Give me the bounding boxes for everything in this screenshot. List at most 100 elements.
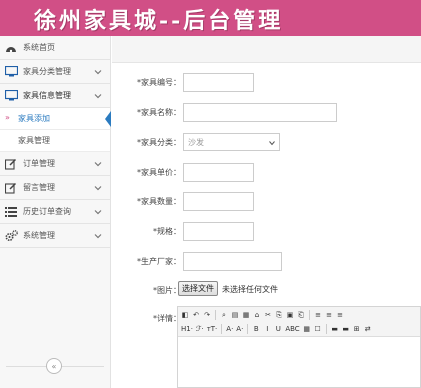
sidebar-subitem-label: 家具添加 [18,114,50,123]
name-input[interactable] [183,103,337,122]
editor-toolbar-button-icon[interactable]: ☐ [313,324,323,335]
editor-toolbar-button-icon[interactable]: ✂ [263,310,273,321]
sidebar-subitem-manage[interactable]: 家具管理 [0,130,110,152]
editor-toolbar-button-icon[interactable]: ≡ [324,310,334,321]
sidebar-item-history[interactable]: 历史订单查询 [0,200,110,224]
editor-toolbar-button-icon[interactable]: ABC [284,324,300,335]
form-row-quantity: *家具数量： [112,192,421,212]
form-row-category: *家具分类： 沙发 [112,133,421,153]
field-label: *图片： [153,286,181,295]
editor-toolbar-row: H1· ℱ· ᴛT· A· A· B I U ABC ▦ ☐ ▬ ▬ ⊞ ⇄ [180,322,418,336]
editor-toolbar-row: ◧ ↶ ↷ ⌕ ▤ ▦ ⌂ ✂ ⎘ ▣ ⎗ ≡ ≡ ≡ [180,308,418,322]
main-content: *家具编号： *家具名称： *家具分类： 沙发 *家具单价： *家具数量： *规… [112,36,421,388]
content-topbar [112,36,421,63]
price-input[interactable] [183,163,254,182]
sidebar-item-label: 订单管理 [23,159,55,168]
collapse-sidebar-button[interactable]: « [46,358,62,374]
maker-input[interactable] [183,252,282,271]
form-row-price: *家具单价： [112,163,421,183]
editor-toolbar-button-icon[interactable]: I [262,324,272,335]
editor-toolbar-button-icon[interactable]: ↶ [191,310,201,321]
sidebar-item-label: 家具信息管理 [23,91,71,100]
form-row-spec: *规格： [112,222,421,242]
edit-icon [4,181,18,195]
editor-toolbar-button-icon[interactable]: ⌂ [252,310,262,321]
toolbar-separator [325,324,327,334]
editor-toolbar-button-icon[interactable]: A· [235,324,244,335]
category-select[interactable]: 沙发 [183,133,280,151]
active-pointer-icon [105,111,111,127]
field-label: *规格： [153,227,181,236]
toolbar-separator [215,310,216,320]
chevron-down-icon [94,94,102,99]
form-row-image: *图片： 选择文件 未选择任何文件 [112,281,421,301]
field-label: *家具分类： [137,138,181,147]
spec-input[interactable] [183,222,254,241]
app-header: 徐州家具城--后台管理 [0,0,421,36]
editor-toolbar-button-icon[interactable]: ◧ [180,310,190,321]
list-icon [4,205,18,219]
sidebar-item-label: 系统管理 [23,231,55,240]
sidebar: 系统首页 家具分类管理 家具信息管理 » 家具添加 家具管理 订单管理 留言管理 [0,36,111,388]
sidebar-item-messages[interactable]: 留言管理 [0,176,110,200]
editor-toolbar-button-icon[interactable]: ▦ [302,324,312,335]
field-label: *家具名称： [137,108,181,117]
editor-toolbar-button-icon[interactable]: B [251,324,261,335]
editor-toolbar-button-icon[interactable]: ▬ [341,324,351,335]
monitor-icon [4,89,18,103]
editor-toolbar: ◧ ↶ ↷ ⌕ ▤ ▦ ⌂ ✂ ⎘ ▣ ⎗ ≡ ≡ ≡ H1· ℱ· ᴛT· A· A· B I U ABC ▦ ☐ ▬ ▬ ⊞ ⇄ [178,307,420,337]
quantity-input[interactable] [183,192,254,211]
edit-icon [4,157,18,171]
editor-toolbar-button-icon[interactable]: ⎗ [296,310,306,321]
sidebar-item-orders[interactable]: 订单管理 [0,152,110,176]
chevron-down-icon [94,186,102,191]
toolbar-separator [247,324,249,334]
editor-toolbar-button-icon[interactable]: H1· [180,324,194,335]
sidebar-item-category[interactable]: 家具分类管理 [0,60,110,84]
chevron-down-icon [94,210,102,215]
editor-toolbar-button-icon[interactable]: ≡ [313,310,323,321]
field-label: *家具编号： [137,78,181,87]
sidebar-item-label: 历史订单查询 [23,207,71,216]
editor-toolbar-button-icon[interactable]: ≡ [335,310,345,321]
editor-toolbar-button-icon[interactable]: ↷ [202,310,212,321]
editor-toolbar-button-icon[interactable]: ⌕ [219,310,229,321]
form-row-maker: *生产厂家： [112,252,421,272]
sidebar-item-home[interactable]: 系统首页 [0,36,110,60]
file-status: 未选择任何文件 [222,285,278,294]
editor-toolbar-button-icon[interactable]: ⊞ [352,324,362,335]
editor-toolbar-button-icon[interactable]: ᴛT· [206,324,219,335]
editor-toolbar-button-icon[interactable]: U [273,324,283,335]
sidebar-item-system[interactable]: 系统管理 [0,224,110,248]
editor-toolbar-button-icon[interactable]: ▬ [330,324,340,335]
chevron-down-icon [94,234,102,239]
form-row-name: *家具名称： [112,103,421,123]
monitor-icon [4,65,18,79]
rich-text-editor[interactable]: ◧ ↶ ↷ ⌕ ▤ ▦ ⌂ ✂ ⎘ ▣ ⎗ ≡ ≡ ≡ H1· ℱ· ᴛT· A· A· B I U ABC ▦ ☐ ▬ ▬ ⊞ ⇄ [177,306,421,388]
category-select-value: 沙发 [188,137,204,147]
editor-toolbar-button-icon[interactable]: ⇄ [363,324,373,335]
sidebar-item-label: 留言管理 [23,183,55,192]
chevron-down-icon [94,70,102,75]
field-label: *家具单价： [137,168,181,177]
sidebar-subitem-add[interactable]: » 家具添加 [0,108,111,130]
sidebar-item-label: 家具分类管理 [23,67,71,76]
toolbar-separator [221,324,223,334]
sidebar-item-label: 系统首页 [23,43,55,52]
editor-toolbar-button-icon[interactable]: A· [225,324,234,335]
active-marker-icon: » [5,113,10,122]
editor-toolbar-button-icon[interactable]: ℱ· [195,324,205,335]
editor-toolbar-button-icon[interactable]: ⎘ [274,310,284,321]
choose-file-button[interactable]: 选择文件 [178,281,218,296]
chevron-down-icon [94,162,102,167]
editor-toolbar-button-icon[interactable]: ▦ [241,310,251,321]
gears-icon [4,229,18,243]
editor-toolbar-button-icon[interactable]: ▤ [230,310,240,321]
sidebar-item-info[interactable]: 家具信息管理 [0,84,110,108]
editor-toolbar-button-icon[interactable]: ▣ [285,310,295,321]
code-input[interactable] [183,73,254,92]
field-label: *生产厂家： [137,257,181,266]
toolbar-separator [309,310,310,320]
chevron-down-icon [269,141,275,146]
form-row-code: *家具编号： [112,73,421,93]
